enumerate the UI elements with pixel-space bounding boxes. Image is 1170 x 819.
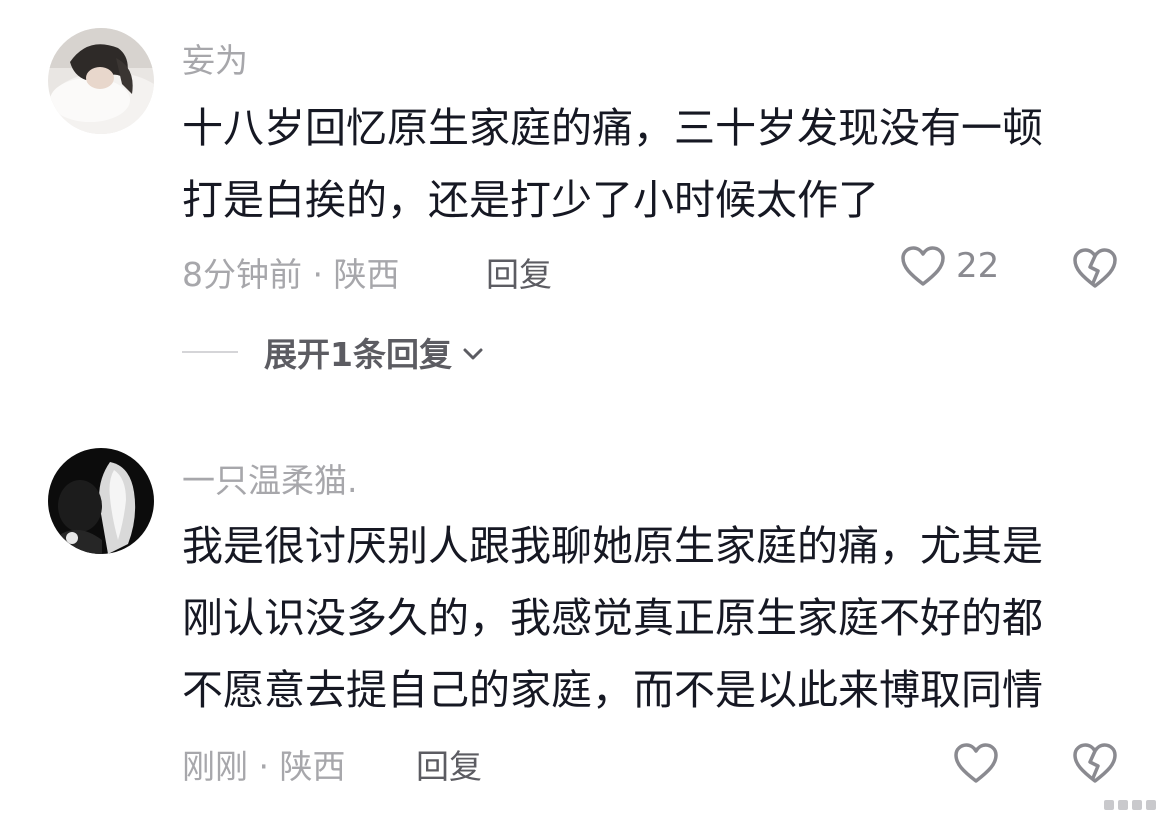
divider-line xyxy=(182,351,238,353)
comment-text-line: 我是很讨厌别人跟我聊她原生家庭的痛，尤其是 xyxy=(182,522,1043,570)
reply-button[interactable]: 回复 xyxy=(416,740,482,788)
comment-list: 妄为 十八岁回忆原生家庭的痛，三十岁发现没有一顿 打是白挨的，还是打少了小时候太… xyxy=(0,0,1170,819)
expand-replies-label: 展开1条回复 xyxy=(264,335,452,374)
comment-text-line: 不愿意去提自己的家庭，而不是以此来博取同情 xyxy=(182,666,1043,714)
heart-outline-icon xyxy=(901,246,945,286)
comment-meta: 8分钟前 · 陕西 xyxy=(182,255,400,294)
username[interactable]: 一只温柔猫. xyxy=(182,454,358,502)
like-button[interactable]: 22 xyxy=(900,245,999,287)
comment-text: 十八岁回忆原生家庭的痛，三十岁发现没有一顿 打是白挨的，还是打少了小时候太作了 xyxy=(182,92,1142,236)
broken-heart-icon[interactable] xyxy=(1072,247,1118,289)
expand-replies-button[interactable]: 展开1条回复 xyxy=(182,328,484,376)
comment-text-line: 打是白挨的，还是打少了小时候太作了 xyxy=(182,176,879,224)
heart-outline-icon[interactable] xyxy=(953,742,999,784)
chevron-down-icon xyxy=(463,348,483,360)
like-count: 22 xyxy=(956,246,1000,286)
avatar[interactable] xyxy=(48,448,154,554)
comment-meta: 刚刚 · 陕西 xyxy=(182,747,346,786)
username[interactable]: 妄为 xyxy=(182,34,248,82)
comment-text-line: 刚认识没多久的，我感觉真正原生家庭不好的都 xyxy=(182,594,1043,642)
avatar[interactable] xyxy=(48,28,154,134)
broken-heart-icon[interactable] xyxy=(1072,742,1118,784)
watermark xyxy=(1104,797,1160,813)
reply-button[interactable]: 回复 xyxy=(486,248,552,296)
comment-text-line: 十八岁回忆原生家庭的痛，三十岁发现没有一顿 xyxy=(182,104,1043,152)
comment-item: 妄为 十八岁回忆原生家庭的痛，三十岁发现没有一顿 打是白挨的，还是打少了小时候太… xyxy=(0,0,1170,400)
comment-item: 一只温柔猫. 我是很讨厌别人跟我聊她原生家庭的痛，尤其是 刚认识没多久的，我感觉… xyxy=(0,420,1170,819)
comment-text: 我是很讨厌别人跟我聊她原生家庭的痛，尤其是 刚认识没多久的，我感觉真正原生家庭不… xyxy=(182,510,1142,726)
